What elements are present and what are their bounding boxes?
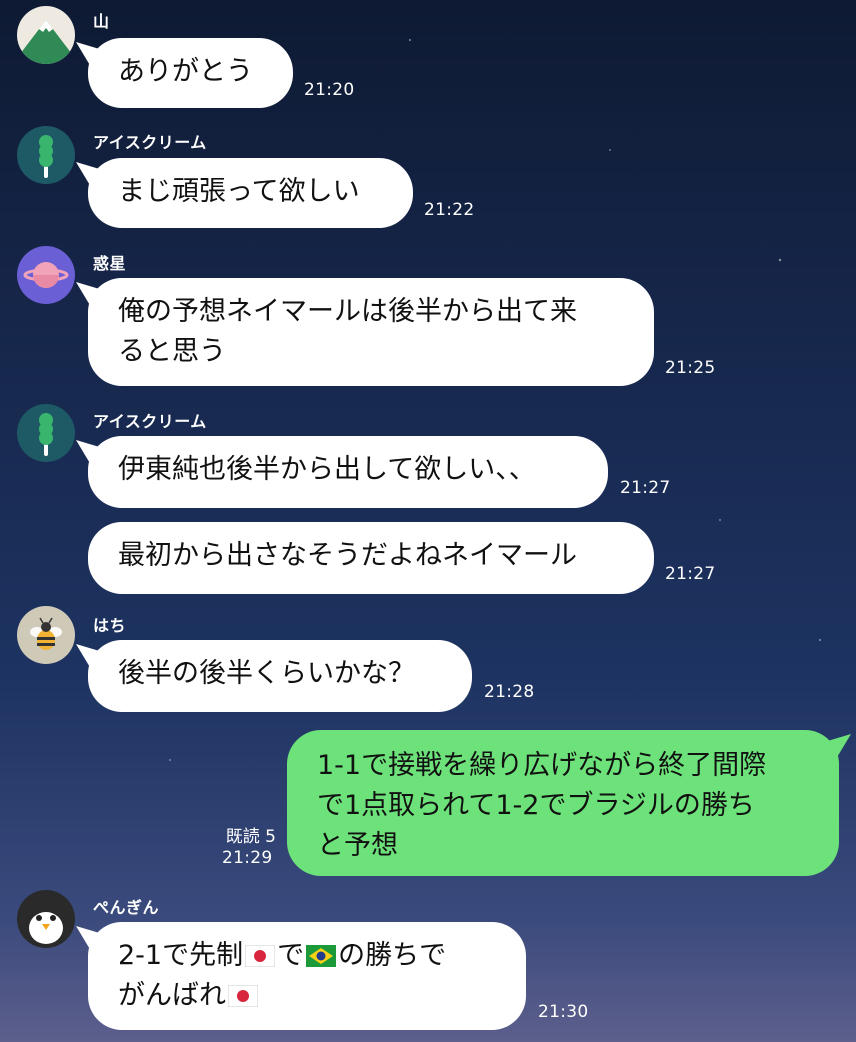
message-time: 21:27: [620, 478, 671, 498]
planet-icon: [17, 246, 75, 304]
message-text: 最初から出さなそうだよねネイマール: [118, 540, 577, 571]
japan-flag-icon: [228, 985, 258, 1007]
message-text-line: 2-1で先制 で の勝ちで: [118, 936, 496, 976]
avatar-yama[interactable]: [17, 6, 75, 64]
message-time: 21:22: [424, 200, 475, 220]
message-text: の勝ちで: [338, 940, 447, 971]
message-time: 21:27: [665, 564, 716, 584]
message-text-line: がんばれ: [118, 976, 496, 1016]
message-text: 2-1で先制: [118, 940, 244, 971]
sender-name: ぺんぎん: [93, 898, 160, 917]
own-message-bubble[interactable]: 1-1で接戦を繰り広げながら終了間際 で1点取られて1-2でブラジルの勝ち と予…: [287, 730, 839, 876]
sender-name: アイスクリーム: [93, 412, 207, 431]
starfield-background: [169, 39, 821, 871]
japan-flag-icon: [245, 945, 276, 967]
ice-cream-icon: [17, 404, 75, 462]
message-text: がんばれ: [118, 980, 226, 1011]
avatar-planet[interactable]: [17, 246, 75, 304]
message-bubble[interactable]: まじ頑張って欲しい: [88, 158, 413, 228]
message-time: 21:20: [304, 80, 355, 100]
message-text: 伊東純也後半から出して欲しい、、: [118, 454, 536, 485]
message-time: 21:28: [484, 682, 535, 702]
penguin-icon: [17, 890, 75, 948]
message-text-line: 1-1で接戦を繰り広げながら終了間際: [317, 750, 767, 781]
read-receipt: 既読 5: [225, 827, 276, 847]
message-text: 後半の後半くらいかな？: [118, 658, 415, 689]
avatar-penguin[interactable]: [17, 890, 75, 948]
message-text: まじ頑張って欲しい: [118, 176, 360, 207]
message-text: で: [277, 940, 305, 971]
bee-icon: [17, 606, 75, 664]
message-time: 21:25: [665, 358, 716, 378]
sender-name: アイスクリーム: [93, 133, 207, 152]
message-text-line: ると思う: [118, 336, 226, 367]
message-bubble[interactable]: 後半の後半くらいかな？: [88, 640, 472, 712]
avatar-bee[interactable]: [17, 606, 75, 664]
message-text-line: 俺の予想ネイマールは後半から出て来: [118, 296, 577, 327]
mountain-icon: [17, 6, 75, 64]
avatar-icecream[interactable]: [17, 126, 75, 184]
message-text: ありがとう: [118, 56, 253, 87]
message-time: 21:30: [538, 1002, 589, 1022]
message-text-line: で1点取られて1-2でブラジルの勝ち: [317, 790, 755, 821]
sender-name: 惑星: [93, 254, 127, 273]
brazil-flag-icon: [306, 945, 337, 967]
ice-cream-icon: [17, 126, 75, 184]
message-time: 21:29: [222, 848, 273, 868]
message-bubble[interactable]: 最初から出さなそうだよねネイマール: [88, 522, 654, 594]
message-bubble[interactable]: 伊東純也後半から出して欲しい、、: [88, 436, 608, 508]
avatar-icecream[interactable]: [17, 404, 75, 462]
message-bubble[interactable]: 2-1で先制 で の勝ちで がんばれ: [88, 922, 526, 1030]
sender-name: はち: [93, 616, 127, 635]
sender-name: 山: [93, 12, 110, 31]
message-text-line: と予想: [317, 830, 398, 861]
message-bubble[interactable]: ありがとう: [88, 38, 293, 108]
message-bubble[interactable]: 俺の予想ネイマールは後半から出て来 ると思う: [88, 278, 654, 386]
